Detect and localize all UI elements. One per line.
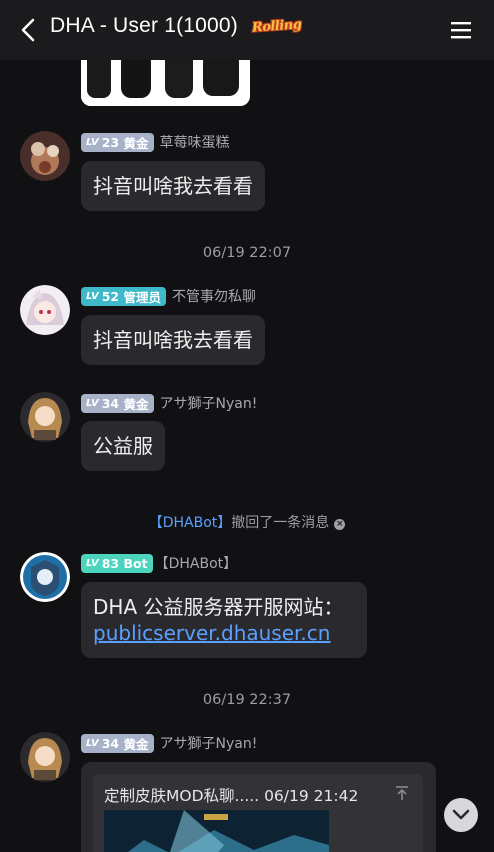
card-title: 定制皮肤MOD私聊..... 06/19 21:42 [104,787,359,805]
level-badge: LV 23 黄金 [81,132,154,152]
timestamp: 06/19 22:07 [202,245,292,261]
bot-avatar[interactable] [20,552,70,602]
group-badge-logo: Rolling [251,17,302,36]
recall-notice: 【DHABot】撤回了一条消息 × [148,515,346,531]
message-bubble[interactable]: 抖音叫啥我去看看 [81,315,265,365]
avatar[interactable] [20,131,70,181]
sender-name[interactable]: アサ獅子Nyan! [160,733,258,753]
sender-row: LV 34 黄金 アサ獅子Nyan! [81,393,257,413]
message-bubble[interactable]: DHA 公益服务器开服网站： publicserver.dhauser.cn [81,582,367,658]
message-bubble[interactable]: 抖音叫啥我去看看 [81,161,265,211]
card-image[interactable] [104,810,329,852]
avatar[interactable] [20,392,70,442]
chevron-left-icon [21,18,35,42]
message-text: DHA 公益服务器开服网站： [93,595,344,619]
sender-name[interactable]: 草莓味蛋糕 [160,132,230,152]
header-bar: DHA - User 1(1000) Rolling [0,0,494,60]
forwarded-message-card[interactable]: 定制皮肤MOD私聊..... 06/19 21:42 [81,762,436,852]
back-button[interactable] [14,16,42,44]
card-content: 定制皮肤MOD私聊..... 06/19 21:42 [93,774,423,852]
sender-row: LV 83 Bot 【DHABot】 [81,553,237,573]
chevron-down-icon [452,809,470,820]
sender-name[interactable]: アサ獅子Nyan! [160,393,258,413]
sender-row: LV 52 管理员 不管事勿私聊 [81,286,256,306]
menu-button[interactable] [448,18,474,42]
close-icon[interactable]: × [334,519,346,530]
sender-row: LV 34 黄金 アサ獅子Nyan! [81,733,257,753]
level-badge: LV 83 Bot [81,553,153,573]
hamburger-icon [451,22,471,39]
timestamp: 06/19 22:37 [202,692,292,708]
pin-top-icon[interactable] [393,784,411,802]
level-badge: LV 34 黄金 [81,733,154,753]
sender-name[interactable]: 不管事勿私聊 [172,286,256,306]
level-badge: LV 52 管理员 [81,286,167,306]
avatar[interactable] [20,732,70,782]
chat-title: DHA - User 1(1000) [50,14,238,37]
chat-screen: DHA - User 1(1000) Rolling LV 23 黄金 草莓味蛋… [0,0,494,852]
sender-name[interactable]: 【DHABot】 [155,553,238,573]
scroll-to-bottom-button[interactable] [444,798,478,832]
recall-sender[interactable]: 【DHABot】 [149,515,232,531]
sender-row: LV 23 黄金 草莓味蛋糕 [81,132,230,152]
website-link[interactable]: publicserver.dhauser.cn [93,620,355,646]
avatar[interactable] [20,285,70,335]
level-badge: LV 34 黄金 [81,393,154,413]
message-bubble[interactable]: 公益服 [81,421,165,471]
